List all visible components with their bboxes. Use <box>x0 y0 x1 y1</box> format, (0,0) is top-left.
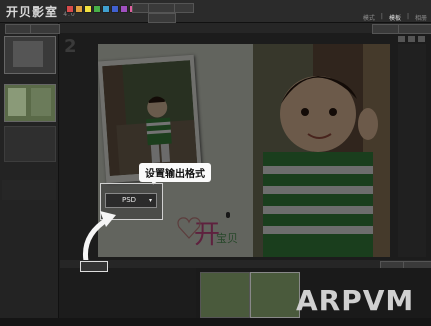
toolbar-button[interactable] <box>174 3 194 13</box>
template-thumbnail[interactable] <box>4 84 56 122</box>
app-title-text: 开贝影室 <box>6 5 59 19</box>
zoom-out-icon[interactable] <box>408 36 415 42</box>
color-swatch[interactable] <box>84 5 92 13</box>
template-thumbnail-empty[interactable] <box>4 126 56 162</box>
thumbnail-photo <box>8 88 26 116</box>
color-swatch[interactable] <box>75 5 83 13</box>
thumbnail-photo <box>13 41 43 67</box>
overlay-dim <box>98 44 390 257</box>
sidebar-button[interactable] <box>5 24 31 34</box>
right-panel <box>398 44 426 257</box>
dropdown-arrow-icon[interactable]: ▾ <box>149 194 152 207</box>
filmstrip-thumbnail[interactable] <box>200 272 250 318</box>
color-swatch[interactable] <box>93 5 101 13</box>
menu-item-template[interactable]: 模板 <box>389 13 401 22</box>
menu-separator: | <box>406 13 409 20</box>
curved-arrow-icon <box>82 211 116 262</box>
menu-item-album[interactable]: 相册 <box>415 13 427 22</box>
toolbar-button[interactable] <box>148 3 176 13</box>
status-bar <box>0 318 431 326</box>
thumbnail-photo <box>31 88 51 116</box>
sidebar-button[interactable] <box>30 24 60 34</box>
color-swatch[interactable] <box>111 5 119 13</box>
view-mode-menu[interactable]: 模式 | 模板 | 相册 <box>363 13 427 22</box>
color-swatch[interactable] <box>66 5 74 13</box>
export-button[interactable] <box>80 261 108 272</box>
color-swatch[interactable] <box>120 5 128 13</box>
fit-icon[interactable] <box>418 36 425 42</box>
filmstrip-thumbnail[interactable] <box>250 272 300 318</box>
watermark: ARPVM <box>296 284 415 317</box>
format-select-value: PSD <box>122 196 137 204</box>
canvas-toolbar-button[interactable] <box>398 24 431 34</box>
canvas-toolbar-button[interactable] <box>372 24 400 34</box>
menu-separator: | <box>380 13 383 20</box>
color-swatch[interactable] <box>102 5 110 13</box>
canvas-bottom-bar <box>60 260 431 268</box>
menu-item-mode[interactable]: 模式 <box>363 13 375 22</box>
sidebar-panel <box>2 180 56 200</box>
toolbar-button[interactable] <box>148 13 176 23</box>
zoom-in-icon[interactable] <box>398 36 405 42</box>
template-thumbnail[interactable] <box>4 36 56 74</box>
page-number: 2 <box>64 36 77 57</box>
